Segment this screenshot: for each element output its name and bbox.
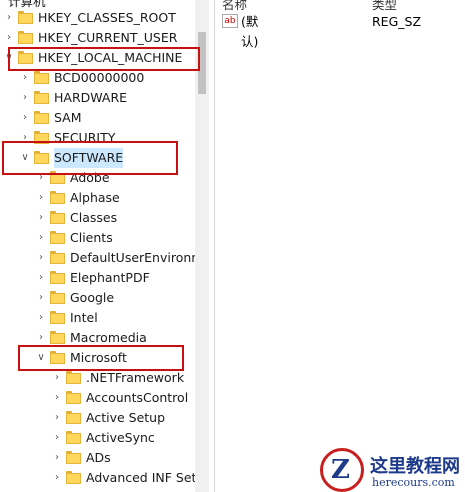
folder-icon (34, 71, 49, 84)
chevron-right-icon[interactable]: › (52, 448, 62, 468)
watermark-logo-icon: Z (320, 448, 364, 492)
ab-string-icon: ab (222, 14, 238, 28)
tree-item-label: Active Setup (86, 410, 166, 425)
tree-item-label: Advanced INF Setup (86, 470, 195, 485)
tree-item[interactable]: › BCD00000000 (0, 68, 195, 88)
chevron-right-icon[interactable]: › (52, 408, 62, 428)
tree-item[interactable]: › ElephantPDF (0, 268, 195, 288)
tree-item-label: ActiveSync (86, 430, 155, 445)
tree-item-label: ElephantPDF (70, 270, 150, 285)
tree-item-label: .NETFramework (86, 370, 185, 385)
tree-item[interactable]: › HKEY_CLASSES_ROOT (0, 8, 195, 28)
folder-icon (66, 371, 81, 384)
tree-item[interactable]: › DefaultUserEnvironment (0, 248, 195, 268)
folder-icon (66, 391, 81, 404)
tree-item-label: AccountsControl (86, 390, 189, 405)
chevron-right-icon[interactable]: › (4, 8, 14, 28)
chevron-right-icon[interactable]: › (20, 88, 30, 108)
chevron-right-icon[interactable]: › (36, 248, 46, 268)
value-type: REG_SZ (372, 14, 422, 29)
tree-item-label: HARDWARE (54, 90, 128, 105)
value-name: (默认) (241, 14, 259, 49)
tree-item[interactable]: › Active Setup (0, 408, 195, 428)
folder-icon (50, 311, 65, 324)
folder-icon (66, 431, 81, 444)
highlight-hklm (8, 47, 200, 71)
folder-icon (50, 211, 65, 224)
chevron-right-icon[interactable]: › (52, 468, 62, 488)
chevron-right-icon[interactable]: › (52, 388, 62, 408)
chevron-right-icon[interactable]: › (52, 368, 62, 388)
tree-item[interactable]: › HARDWARE (0, 88, 195, 108)
highlight-software (2, 141, 178, 175)
folder-icon (66, 451, 81, 464)
chevron-right-icon[interactable]: › (36, 268, 46, 288)
folder-icon (50, 231, 65, 244)
pane-splitter[interactable] (214, 0, 215, 492)
tree-item[interactable]: › Clients (0, 228, 195, 248)
folder-icon (50, 291, 65, 304)
watermark: Z 这里教程网 herecours.com (320, 448, 465, 492)
tree-item[interactable]: › AccountsControl (0, 388, 195, 408)
chevron-right-icon[interactable]: › (36, 308, 46, 328)
folder-icon (50, 191, 65, 204)
folder-icon (66, 471, 81, 484)
tree-item-label: DefaultUserEnvironment (70, 250, 195, 265)
tree-item-label: HKEY_CLASSES_ROOT (38, 10, 176, 25)
folder-icon (50, 331, 65, 344)
registry-tree: 计算机 › HKEY_CLASSES_ROOT › HKEY_CURRENT_USER… (0, 0, 195, 492)
folder-icon (34, 111, 49, 124)
tree-item-label: Clients (70, 230, 113, 245)
folder-icon (34, 91, 49, 104)
folder-icon (50, 271, 65, 284)
tree-item-label: Intel (70, 310, 98, 325)
tree-item[interactable]: › Advanced INF Setup (0, 468, 195, 488)
watermark-title: 这里教程网 (370, 456, 460, 477)
tree-item-label: Classes (70, 210, 118, 225)
highlight-microsoft (18, 345, 184, 371)
tree-item-label: ADs (86, 450, 111, 465)
tree-item[interactable]: › Alphase (0, 188, 195, 208)
tree-item[interactable]: › Intel (0, 308, 195, 328)
tree-item[interactable]: › ADs (0, 448, 195, 468)
folder-icon (66, 411, 81, 424)
chevron-right-icon[interactable]: › (20, 68, 30, 88)
chevron-right-icon[interactable]: › (36, 208, 46, 228)
folder-icon (50, 251, 65, 264)
tree-item[interactable]: › Google (0, 288, 195, 308)
tree-item[interactable]: › Classes (0, 208, 195, 228)
tree-item[interactable]: › ActiveSync (0, 428, 195, 448)
chevron-right-icon[interactable]: › (36, 228, 46, 248)
tree-item-label: Alphase (70, 190, 120, 205)
tree-item-label: Google (70, 290, 115, 305)
folder-icon (18, 11, 33, 24)
tree-item[interactable]: › HKEY_CURRENT_USER (0, 28, 195, 48)
chevron-right-icon[interactable]: › (4, 28, 14, 48)
chevron-right-icon[interactable]: › (36, 288, 46, 308)
chevron-right-icon[interactable]: › (52, 428, 62, 448)
chevron-right-icon[interactable]: › (20, 108, 30, 128)
tree-item-label: HKEY_CURRENT_USER (38, 30, 178, 45)
tree-item[interactable]: › .NETFramework (0, 368, 195, 388)
chevron-right-icon[interactable]: › (36, 188, 46, 208)
tree-item-label: SAM (54, 110, 82, 125)
tree-item[interactable]: › SAM (0, 108, 195, 128)
folder-icon (18, 31, 33, 44)
tree-item-label: BCD00000000 (54, 70, 145, 85)
watermark-url: herecours.com (372, 476, 455, 489)
